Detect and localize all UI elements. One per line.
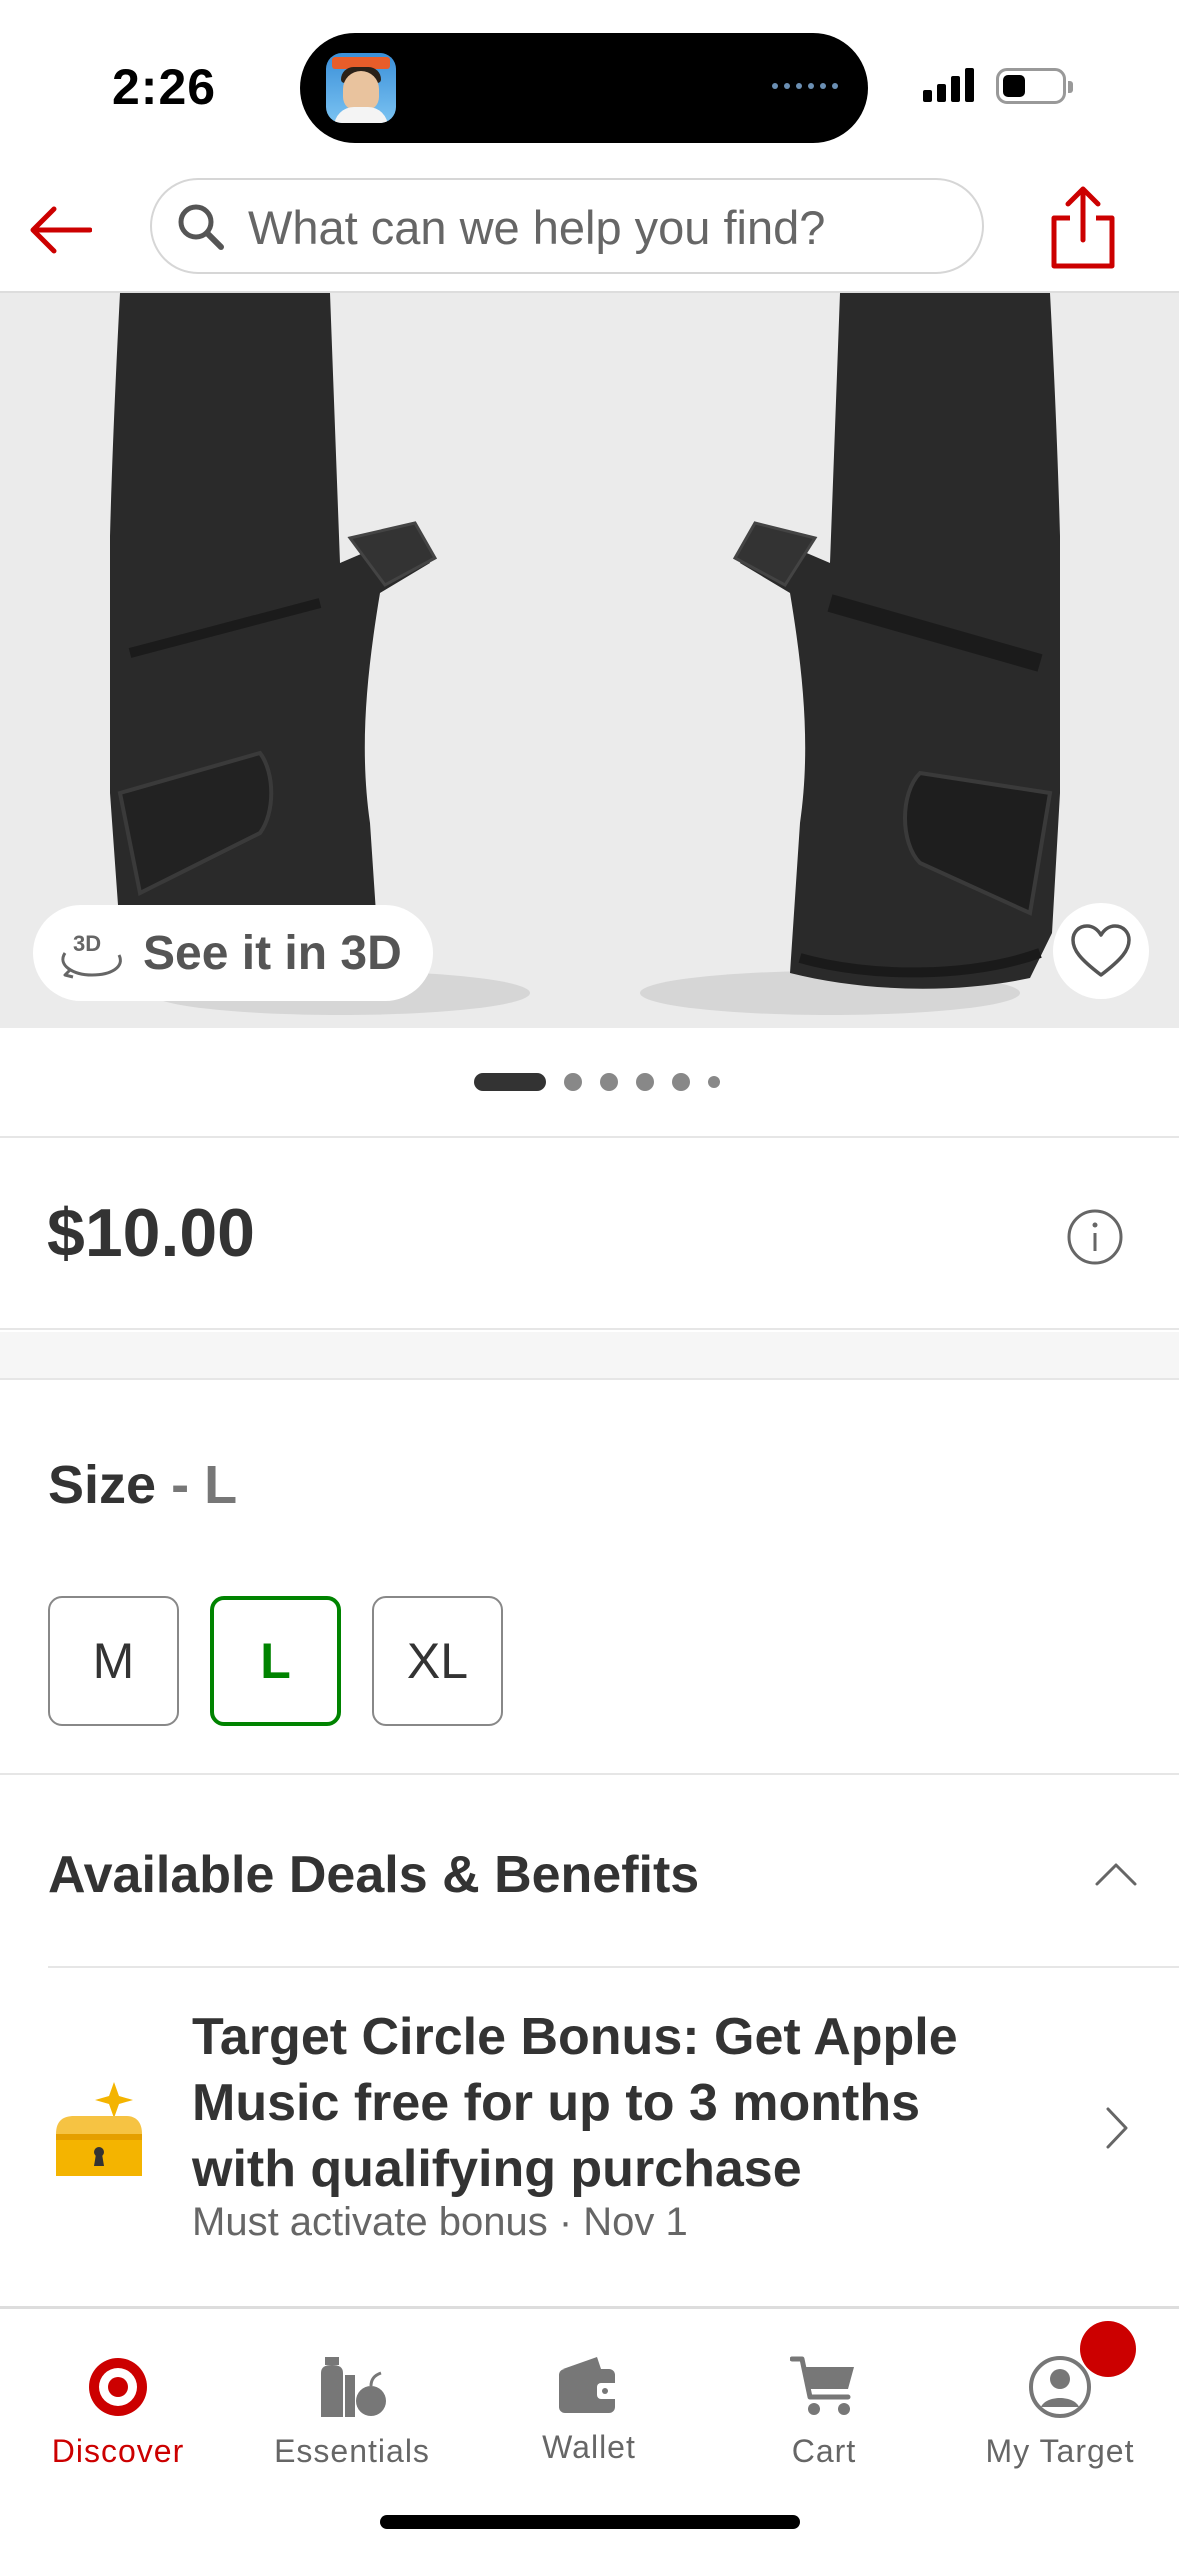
carousel-indicator[interactable]: [0, 1028, 1179, 1138]
size-selector: Size - L M L XL: [0, 1382, 1179, 1775]
nav-wallet[interactable]: Wallet: [471, 2333, 707, 2473]
cellular-signal-icon: [923, 68, 974, 102]
wallet-icon: [559, 2357, 619, 2413]
size-selected-value: L: [204, 1455, 238, 1515]
carousel-dot-active[interactable]: [473, 1073, 546, 1091]
essentials-icon: [321, 2357, 386, 2417]
island-activity-icon: [772, 83, 838, 89]
chevron-right-icon: [1106, 2107, 1128, 2149]
nav-label-discover: Discover: [51, 2433, 185, 2469]
see-in-3d-button[interactable]: 3D See it in 3D: [33, 905, 433, 1001]
battery-icon: [996, 68, 1073, 104]
see-in-3d-label: See it in 3D: [143, 926, 402, 980]
status-bar: 2:26: [0, 0, 1179, 170]
profile-icon: [1029, 2356, 1091, 2418]
price-info-icon[interactable]: [1066, 1208, 1124, 1266]
status-time: 2:26: [112, 59, 217, 115]
home-indicator[interactable]: [380, 2515, 800, 2529]
carousel-dot[interactable]: [671, 1073, 690, 1091]
dynamic-island: [300, 33, 868, 143]
search-icon: [178, 204, 224, 250]
now-playing-app-icon: [326, 53, 396, 123]
header: [0, 170, 1179, 293]
price-section: $10.00: [0, 1140, 1179, 1330]
carousel-dot[interactable]: [599, 1073, 618, 1091]
product-image-carousel[interactable]: 3D See it in 3D: [0, 293, 1179, 1028]
size-option-xl[interactable]: XL: [372, 1596, 503, 1726]
arrow-left-icon: [30, 206, 92, 254]
product-price: $10.00: [47, 1195, 255, 1271]
carousel-dot[interactable]: [707, 1076, 720, 1088]
size-separator: -: [156, 1455, 205, 1515]
deals-section-header[interactable]: Available Deals & Benefits: [0, 1777, 1179, 1967]
nav-cart[interactable]: Cart: [706, 2333, 942, 2473]
treasure-chest-icon: [56, 2082, 142, 2176]
glove-right-image: [640, 293, 1060, 1015]
target-bullseye-icon: [89, 2358, 147, 2416]
back-button[interactable]: [22, 192, 98, 268]
size-option-l[interactable]: L: [210, 1596, 341, 1726]
deal-item[interactable]: Target Circle Bonus: Get Apple Music fre…: [0, 1968, 1179, 2290]
share-icon: [1051, 186, 1115, 269]
deals-title: Available Deals & Benefits: [48, 1846, 700, 1904]
size-heading: Size - L: [48, 1454, 237, 1516]
nav-essentials[interactable]: Essentials: [234, 2333, 470, 2473]
heart-icon: [1071, 924, 1131, 977]
notification-badge: [1080, 2321, 1136, 2377]
chevron-up-icon: [1095, 1863, 1137, 1886]
search-input[interactable]: [248, 192, 948, 262]
size-option-m[interactable]: M: [48, 1596, 179, 1726]
nav-label-essentials: Essentials: [274, 2433, 430, 2469]
nav-label-my-target: My Target: [985, 2433, 1135, 2469]
favorite-button[interactable]: [1053, 903, 1149, 999]
nav-discover[interactable]: Discover: [0, 2333, 236, 2473]
deal-subtitle: Must activate bonus · Nov 1: [192, 2200, 688, 2244]
section-spacer: [0, 1332, 1179, 1380]
nav-label-cart: Cart: [791, 2433, 857, 2469]
carousel-dot[interactable]: [635, 1073, 654, 1091]
share-button[interactable]: [1044, 184, 1122, 270]
carousel-dot[interactable]: [563, 1073, 582, 1091]
size-label: Size: [48, 1455, 157, 1515]
3d-badge: 3D: [73, 931, 101, 956]
nav-label-wallet: Wallet: [542, 2429, 636, 2465]
nav-my-target[interactable]: My Target: [942, 2333, 1178, 2473]
search-bar[interactable]: [150, 178, 984, 274]
deal-title: Target Circle Bonus: Get Apple Music fre…: [192, 2008, 958, 2198]
cart-icon: [790, 2356, 854, 2415]
3d-rotate-icon: 3D: [61, 931, 122, 979]
